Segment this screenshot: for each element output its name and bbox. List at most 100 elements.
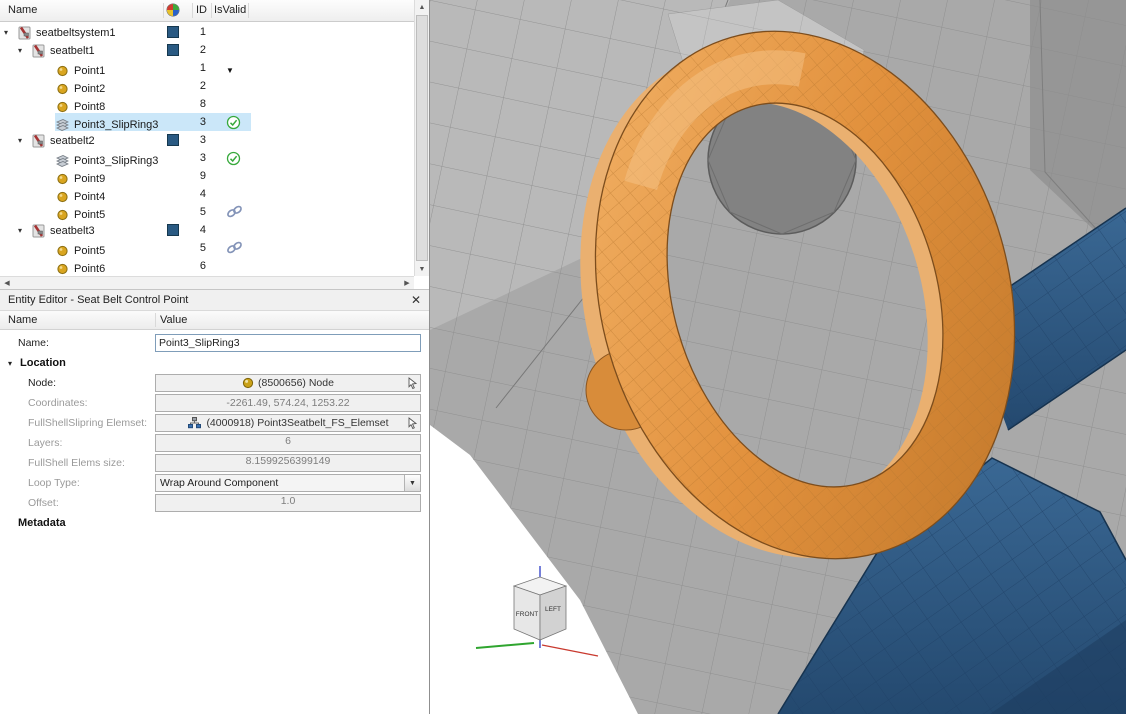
color-swatch[interactable] xyxy=(167,224,179,236)
horizontal-scrollbar[interactable]: ◀ ▶ xyxy=(0,276,414,289)
expander-icon[interactable]: ▾ xyxy=(18,222,31,240)
view-cube-left-label[interactable]: LEFT xyxy=(545,606,561,613)
field-value: 6 xyxy=(285,435,291,447)
view-cube-front-label[interactable]: FRONT xyxy=(516,611,538,618)
scroll-up-icon[interactable]: ▲ xyxy=(415,0,429,14)
column-header-id[interactable]: ID xyxy=(196,4,207,16)
field-value: (8500656) Node xyxy=(258,377,334,389)
id-cell: 4 xyxy=(184,221,206,239)
field-left: 8.1599256399149 xyxy=(155,454,421,472)
color-swatch[interactable] xyxy=(167,134,179,146)
field-label: Node: xyxy=(0,377,155,389)
vertical-scrollbar[interactable]: ▲ ▼ xyxy=(414,0,429,276)
tree-item-label: seatbeltsystem1 xyxy=(36,24,115,42)
tree-item-label: seatbelt2 xyxy=(50,132,95,150)
seatbelt-icon xyxy=(31,224,47,239)
color-column-icon[interactable] xyxy=(166,3,180,17)
tree-item-label: seatbelt3 xyxy=(50,222,95,240)
editor-column-value[interactable]: Value xyxy=(160,314,187,326)
field-label: Layers: xyxy=(0,437,155,449)
color-swatch[interactable] xyxy=(167,26,179,38)
id-cell: 3 xyxy=(184,131,206,149)
name-input[interactable] xyxy=(155,334,421,352)
pick-cursor-icon[interactable] xyxy=(407,417,418,432)
tree-row[interactable]: Point44 xyxy=(0,185,414,203)
field-label: Loop Type: xyxy=(0,477,155,489)
tree-row[interactable]: ▾ seatbelt2 3 xyxy=(0,131,414,149)
metadata-section-label: Metadata xyxy=(0,517,66,529)
field-left: 6 xyxy=(155,434,421,452)
expander-icon[interactable]: ▾ xyxy=(18,42,31,60)
tree-row[interactable]: Point3_SlipRing33 xyxy=(0,149,414,167)
id-cell: 2 xyxy=(184,41,206,59)
pick-cursor-icon[interactable] xyxy=(407,377,418,392)
expander-icon[interactable]: ▾ xyxy=(18,132,31,150)
id-cell: 1 xyxy=(184,23,206,41)
id-cell: 4 xyxy=(184,185,206,203)
editor-column-headers: Name Value xyxy=(0,311,429,330)
dropdown-arrow-icon[interactable]: ▼ xyxy=(404,475,420,491)
field-picker[interactable]: (4000918) Point3Seatbelt_FS_Elemset xyxy=(155,414,421,432)
node-sphere-icon xyxy=(242,377,254,389)
tree-row[interactable]: Point88 xyxy=(0,95,414,113)
id-cell: 3 xyxy=(184,113,206,131)
model-browser: Name ID IsValid ▾ seatbeltsystem1 1 ▾ seatbe… xyxy=(0,0,429,289)
expander-icon[interactable]: ▾ xyxy=(4,24,17,42)
check-icon[interactable] xyxy=(226,115,244,130)
field-dropdown[interactable]: Wrap Around Component ▼ xyxy=(155,474,421,492)
tree-row[interactable]: Point22 xyxy=(0,77,414,95)
close-icon[interactable]: ✕ xyxy=(411,294,421,306)
id-cell: 2 xyxy=(184,77,206,95)
tree-row[interactable]: ▾ seatbeltsystem1 1 xyxy=(0,23,414,41)
check-icon[interactable] xyxy=(226,151,244,166)
column-separator xyxy=(211,3,212,18)
column-header-name[interactable]: Name xyxy=(8,4,37,16)
seatbelt-icon xyxy=(31,134,47,149)
column-separator xyxy=(248,3,249,18)
scrollbar-thumb[interactable] xyxy=(416,15,428,261)
model-browser-rows: ▾seatbeltsystem11▾seatbelt12Point11▼Poin… xyxy=(0,23,414,276)
scroll-right-icon[interactable]: ▶ xyxy=(400,279,414,287)
color-swatch[interactable] xyxy=(167,44,179,56)
tree-item-label: seatbelt1 xyxy=(50,42,95,60)
entity-editor-titlebar: Entity Editor - Seat Belt Control Point … xyxy=(0,289,429,311)
field-value: 8.1599256399149 xyxy=(246,455,331,467)
view-cube[interactable]: FRONT LEFT xyxy=(514,577,566,640)
field-center: -2261.49, 574.24, 1253.22 xyxy=(155,394,421,412)
point-icon xyxy=(55,262,71,277)
dropdown-icon[interactable]: ▼ xyxy=(226,61,244,76)
field-value: -2261.49, 574.24, 1253.22 xyxy=(226,397,349,409)
left-panel: Name ID IsValid ▾ seatbeltsystem1 1 ▾ seatbe… xyxy=(0,0,430,714)
link-icon[interactable] xyxy=(226,205,244,220)
column-header-isvalid[interactable]: IsValid xyxy=(214,4,246,16)
tree-row[interactable]: ▾ seatbelt1 2 xyxy=(0,41,414,59)
scroll-down-icon[interactable]: ▼ xyxy=(415,262,429,276)
id-cell: 9 xyxy=(184,167,206,185)
field-picker[interactable]: (8500656) Node xyxy=(155,374,421,392)
tree-row[interactable]: Point55 xyxy=(0,239,414,257)
tree-row[interactable]: Point55 xyxy=(0,203,414,221)
link-icon[interactable] xyxy=(226,241,244,256)
tree-row[interactable]: Point66 xyxy=(0,257,414,275)
id-cell: 5 xyxy=(184,239,206,257)
field-left: 1.0 xyxy=(155,494,421,512)
column-separator xyxy=(155,313,156,327)
editor-body: Name: ▾ Location Node: (8500656) Node Coor… xyxy=(0,330,429,533)
column-separator xyxy=(192,3,193,18)
name-field-label: Name: xyxy=(0,337,155,349)
tree-row[interactable]: ▾ seatbelt3 4 xyxy=(0,221,414,239)
field-value: Wrap Around Component xyxy=(160,477,278,489)
viewport-3d[interactable]: FRONT LEFT xyxy=(430,0,1126,714)
viewport-scene[interactable]: FRONT LEFT xyxy=(430,0,1126,714)
location-expander-icon[interactable]: ▾ xyxy=(8,359,20,368)
location-section-label: Location xyxy=(20,357,66,369)
tree-row[interactable]: Point99 xyxy=(0,167,414,185)
scroll-left-icon[interactable]: ◀ xyxy=(0,279,14,287)
field-label: Offset: xyxy=(0,497,155,509)
field-label: Coordinates: xyxy=(0,397,155,409)
tree-row[interactable]: Point3_SlipRing33 xyxy=(0,113,414,131)
editor-column-name[interactable]: Name xyxy=(8,314,37,326)
elemset-icon xyxy=(187,417,202,430)
tree-row[interactable]: Point11▼ xyxy=(0,59,414,77)
id-cell: 8 xyxy=(184,95,206,113)
